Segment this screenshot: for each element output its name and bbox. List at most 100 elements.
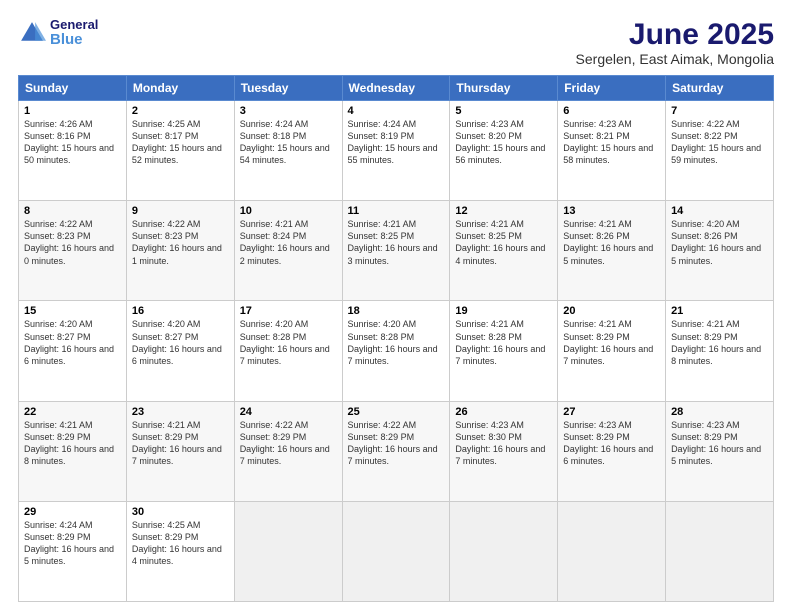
day-info: Sunrise: 4:22 AM Sunset: 8:23 PM Dayligh… <box>24 218 121 267</box>
calendar-week-row: 29Sunrise: 4:24 AM Sunset: 8:29 PM Dayli… <box>19 501 774 601</box>
day-info: Sunrise: 4:24 AM Sunset: 8:18 PM Dayligh… <box>240 118 337 167</box>
table-row: 24Sunrise: 4:22 AM Sunset: 8:29 PM Dayli… <box>234 401 342 501</box>
calendar-header-row: Sunday Monday Tuesday Wednesday Thursday… <box>19 76 774 101</box>
main-title: June 2025 <box>576 18 774 51</box>
table-row: 6Sunrise: 4:23 AM Sunset: 8:21 PM Daylig… <box>558 101 666 201</box>
day-number: 29 <box>24 506 121 518</box>
calendar-table: Sunday Monday Tuesday Wednesday Thursday… <box>18 75 774 602</box>
day-number: 12 <box>455 205 552 217</box>
day-info: Sunrise: 4:25 AM Sunset: 8:29 PM Dayligh… <box>132 519 229 568</box>
day-info: Sunrise: 4:22 AM Sunset: 8:22 PM Dayligh… <box>671 118 768 167</box>
header-sunday: Sunday <box>19 76 127 101</box>
header: General Blue June 2025 Sergelen, East Ai… <box>18 18 774 67</box>
table-row: 3Sunrise: 4:24 AM Sunset: 8:18 PM Daylig… <box>234 101 342 201</box>
logo-icon <box>18 19 46 47</box>
day-number: 25 <box>348 406 445 418</box>
day-info: Sunrise: 4:23 AM Sunset: 8:29 PM Dayligh… <box>563 419 660 468</box>
day-number: 18 <box>348 305 445 317</box>
title-block: June 2025 Sergelen, East Aimak, Mongolia <box>576 18 774 67</box>
day-info: Sunrise: 4:23 AM Sunset: 8:29 PM Dayligh… <box>671 419 768 468</box>
table-row: 5Sunrise: 4:23 AM Sunset: 8:20 PM Daylig… <box>450 101 558 201</box>
subtitle: Sergelen, East Aimak, Mongolia <box>576 51 774 67</box>
calendar-week-row: 1Sunrise: 4:26 AM Sunset: 8:16 PM Daylig… <box>19 101 774 201</box>
table-row <box>558 501 666 601</box>
day-number: 2 <box>132 105 229 117</box>
day-number: 26 <box>455 406 552 418</box>
day-info: Sunrise: 4:21 AM Sunset: 8:29 PM Dayligh… <box>132 419 229 468</box>
table-row: 15Sunrise: 4:20 AM Sunset: 8:27 PM Dayli… <box>19 301 127 401</box>
day-number: 8 <box>24 205 121 217</box>
table-row: 13Sunrise: 4:21 AM Sunset: 8:26 PM Dayli… <box>558 201 666 301</box>
day-number: 16 <box>132 305 229 317</box>
header-monday: Monday <box>126 76 234 101</box>
table-row: 29Sunrise: 4:24 AM Sunset: 8:29 PM Dayli… <box>19 501 127 601</box>
table-row: 9Sunrise: 4:22 AM Sunset: 8:23 PM Daylig… <box>126 201 234 301</box>
day-number: 19 <box>455 305 552 317</box>
table-row: 25Sunrise: 4:22 AM Sunset: 8:29 PM Dayli… <box>342 401 450 501</box>
day-info: Sunrise: 4:20 AM Sunset: 8:26 PM Dayligh… <box>671 218 768 267</box>
day-info: Sunrise: 4:21 AM Sunset: 8:29 PM Dayligh… <box>563 318 660 367</box>
table-row: 23Sunrise: 4:21 AM Sunset: 8:29 PM Dayli… <box>126 401 234 501</box>
table-row: 11Sunrise: 4:21 AM Sunset: 8:25 PM Dayli… <box>342 201 450 301</box>
day-info: Sunrise: 4:21 AM Sunset: 8:25 PM Dayligh… <box>455 218 552 267</box>
day-number: 20 <box>563 305 660 317</box>
day-info: Sunrise: 4:21 AM Sunset: 8:26 PM Dayligh… <box>563 218 660 267</box>
day-number: 6 <box>563 105 660 117</box>
day-info: Sunrise: 4:23 AM Sunset: 8:30 PM Dayligh… <box>455 419 552 468</box>
day-number: 9 <box>132 205 229 217</box>
day-info: Sunrise: 4:21 AM Sunset: 8:25 PM Dayligh… <box>348 218 445 267</box>
table-row <box>450 501 558 601</box>
day-info: Sunrise: 4:22 AM Sunset: 8:23 PM Dayligh… <box>132 218 229 267</box>
logo-text: General Blue <box>50 18 98 49</box>
day-number: 17 <box>240 305 337 317</box>
day-info: Sunrise: 4:21 AM Sunset: 8:24 PM Dayligh… <box>240 218 337 267</box>
day-number: 24 <box>240 406 337 418</box>
header-tuesday: Tuesday <box>234 76 342 101</box>
day-number: 1 <box>24 105 121 117</box>
day-number: 28 <box>671 406 768 418</box>
page: General Blue June 2025 Sergelen, East Ai… <box>0 0 792 612</box>
table-row: 17Sunrise: 4:20 AM Sunset: 8:28 PM Dayli… <box>234 301 342 401</box>
table-row: 22Sunrise: 4:21 AM Sunset: 8:29 PM Dayli… <box>19 401 127 501</box>
table-row: 30Sunrise: 4:25 AM Sunset: 8:29 PM Dayli… <box>126 501 234 601</box>
day-number: 22 <box>24 406 121 418</box>
table-row: 18Sunrise: 4:20 AM Sunset: 8:28 PM Dayli… <box>342 301 450 401</box>
day-info: Sunrise: 4:20 AM Sunset: 8:28 PM Dayligh… <box>348 318 445 367</box>
logo: General Blue <box>18 18 98 49</box>
table-row: 7Sunrise: 4:22 AM Sunset: 8:22 PM Daylig… <box>666 101 774 201</box>
header-thursday: Thursday <box>450 76 558 101</box>
day-number: 4 <box>348 105 445 117</box>
day-info: Sunrise: 4:20 AM Sunset: 8:27 PM Dayligh… <box>132 318 229 367</box>
table-row <box>234 501 342 601</box>
header-friday: Friday <box>558 76 666 101</box>
table-row: 2Sunrise: 4:25 AM Sunset: 8:17 PM Daylig… <box>126 101 234 201</box>
table-row: 10Sunrise: 4:21 AM Sunset: 8:24 PM Dayli… <box>234 201 342 301</box>
table-row <box>342 501 450 601</box>
calendar-week-row: 8Sunrise: 4:22 AM Sunset: 8:23 PM Daylig… <box>19 201 774 301</box>
table-row: 27Sunrise: 4:23 AM Sunset: 8:29 PM Dayli… <box>558 401 666 501</box>
table-row: 4Sunrise: 4:24 AM Sunset: 8:19 PM Daylig… <box>342 101 450 201</box>
day-number: 21 <box>671 305 768 317</box>
table-row: 28Sunrise: 4:23 AM Sunset: 8:29 PM Dayli… <box>666 401 774 501</box>
table-row: 1Sunrise: 4:26 AM Sunset: 8:16 PM Daylig… <box>19 101 127 201</box>
day-number: 5 <box>455 105 552 117</box>
day-info: Sunrise: 4:25 AM Sunset: 8:17 PM Dayligh… <box>132 118 229 167</box>
day-info: Sunrise: 4:24 AM Sunset: 8:19 PM Dayligh… <box>348 118 445 167</box>
table-row: 12Sunrise: 4:21 AM Sunset: 8:25 PM Dayli… <box>450 201 558 301</box>
day-number: 3 <box>240 105 337 117</box>
table-row <box>666 501 774 601</box>
day-number: 13 <box>563 205 660 217</box>
day-info: Sunrise: 4:20 AM Sunset: 8:28 PM Dayligh… <box>240 318 337 367</box>
table-row: 8Sunrise: 4:22 AM Sunset: 8:23 PM Daylig… <box>19 201 127 301</box>
day-info: Sunrise: 4:24 AM Sunset: 8:29 PM Dayligh… <box>24 519 121 568</box>
header-wednesday: Wednesday <box>342 76 450 101</box>
table-row: 19Sunrise: 4:21 AM Sunset: 8:28 PM Dayli… <box>450 301 558 401</box>
day-info: Sunrise: 4:23 AM Sunset: 8:20 PM Dayligh… <box>455 118 552 167</box>
header-saturday: Saturday <box>666 76 774 101</box>
day-number: 30 <box>132 506 229 518</box>
day-info: Sunrise: 4:21 AM Sunset: 8:29 PM Dayligh… <box>24 419 121 468</box>
table-row: 14Sunrise: 4:20 AM Sunset: 8:26 PM Dayli… <box>666 201 774 301</box>
table-row: 20Sunrise: 4:21 AM Sunset: 8:29 PM Dayli… <box>558 301 666 401</box>
day-number: 14 <box>671 205 768 217</box>
day-number: 23 <box>132 406 229 418</box>
